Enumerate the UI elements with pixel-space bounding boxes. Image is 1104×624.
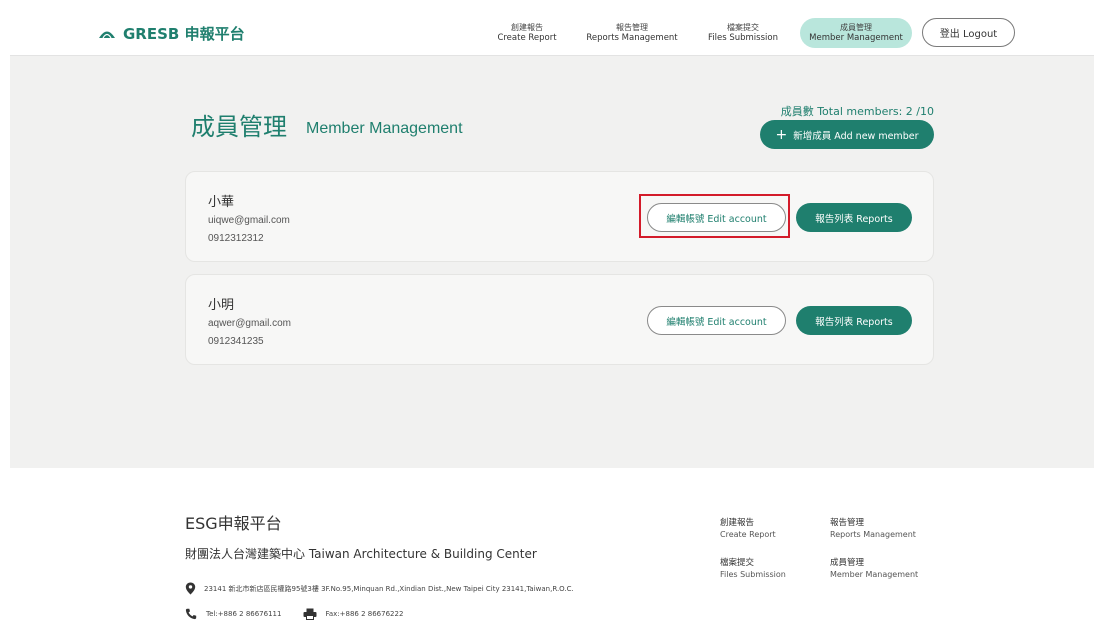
brand-name: GRESB 申報平台 (123, 24, 245, 43)
nav-label-zh: 檔案提交 (727, 23, 759, 32)
footer-link-zh: 創建報告 (720, 518, 755, 528)
page-title: 成員管理 (191, 113, 287, 141)
footer-link-zh: 成員管理 (830, 558, 865, 568)
footer-link-en: Member Management (830, 570, 919, 579)
nav-label-zh: 創建報告 (511, 23, 543, 32)
reports-list-button[interactable]: 報告列表 Reports (796, 306, 912, 335)
edit-account-button[interactable]: 編輯帳號 Edit account (647, 306, 786, 335)
footer-link-reports-management[interactable]: 報告管理 Reports Management (830, 518, 916, 540)
footer-link-en: Files Submission (720, 570, 786, 579)
footer: ESG申報平台 財團法人台灣建築中心 Taiwan Architecture &… (10, 468, 1094, 624)
phone-icon (185, 608, 197, 620)
footer-contact-row: Tel:+886 2 86676111 Fax:+886 2 86676222 (185, 608, 403, 620)
member-email: aqwer@gmail.com (208, 318, 291, 329)
nav-label-en: Reports Management (586, 33, 678, 43)
footer-link-en: Reports Management (830, 530, 916, 539)
nav-member-management[interactable]: 成員管理 Member Management (800, 18, 912, 48)
footer-link-member-management[interactable]: 成員管理 Member Management (830, 558, 918, 580)
logout-button[interactable]: 登出 Logout (922, 18, 1015, 47)
footer-link-create-report[interactable]: 創建報告 Create Report (720, 518, 776, 540)
footer-address: 23141 新北市新店區民權路95號3樓 3F.No.95,Minquan Rd… (204, 584, 574, 593)
footer-link-zh: 報告管理 (830, 518, 865, 528)
brand-logo[interactable]: GRESB 申報平台 (98, 23, 245, 43)
footer-link-files-submission[interactable]: 檔案提交 Files Submission (720, 558, 786, 580)
footer-link-zh: 檔案提交 (720, 558, 755, 568)
nav-label-en: Create Report (497, 33, 557, 43)
footer-tel: Tel:+886 2 86676111 (206, 610, 282, 618)
footer-address-row: 23141 新北市新店區民權路95號3樓 3F.No.95,Minquan Rd… (185, 582, 574, 595)
plus-icon: + (775, 126, 788, 143)
nav-reports-management[interactable]: 報告管理 Reports Management (584, 18, 680, 48)
add-member-label: 新增成員 Add new member (793, 130, 919, 142)
page-subtitle: Member Management (306, 120, 463, 137)
footer-link-en: Create Report (720, 530, 776, 539)
footer-fax: Fax:+886 2 86676222 (325, 610, 404, 618)
nav-create-report[interactable]: 創建報告 Create Report (494, 18, 560, 48)
member-count: 成員數 Total members: 2 /10 (780, 105, 934, 118)
nav-files-submission[interactable]: 檔案提交 Files Submission (702, 18, 784, 48)
reports-list-button[interactable]: 報告列表 Reports (796, 203, 912, 232)
fax-printer-icon (303, 608, 317, 620)
top-nav-bar: GRESB 申報平台 創建報告 Create Report 報告管理 Repor… (10, 9, 1094, 56)
footer-org: 財團法人台灣建築中心 Taiwan Architecture & Buildin… (185, 547, 537, 561)
member-email: uiqwe@gmail.com (208, 215, 290, 226)
nav-label-zh: 報告管理 (616, 23, 648, 32)
brand-dome-icon (99, 31, 115, 38)
member-card: 小明 aqwer@gmail.com 0912341235 編輯帳號 Edit … (185, 274, 934, 365)
footer-title: ESG申報平台 (185, 514, 282, 533)
member-name: 小明 (208, 298, 235, 313)
nav-label-en: Files Submission (708, 33, 778, 43)
member-phone: 0912312312 (208, 233, 264, 244)
edit-account-button[interactable]: 編輯帳號 Edit account (647, 203, 786, 232)
member-phone: 0912341235 (208, 336, 264, 347)
location-pin-icon (185, 582, 196, 595)
member-name: 小華 (208, 195, 235, 210)
nav-label-en: Member Management (809, 33, 903, 43)
add-member-button[interactable]: + 新增成員 Add new member (760, 120, 934, 149)
app-frame: GRESB 申報平台 創建報告 Create Report 報告管理 Repor… (10, 9, 1094, 624)
member-card: 小華 uiqwe@gmail.com 0912312312 編輯帳號 Edit … (185, 171, 934, 262)
nav-label-zh: 成員管理 (840, 23, 872, 32)
